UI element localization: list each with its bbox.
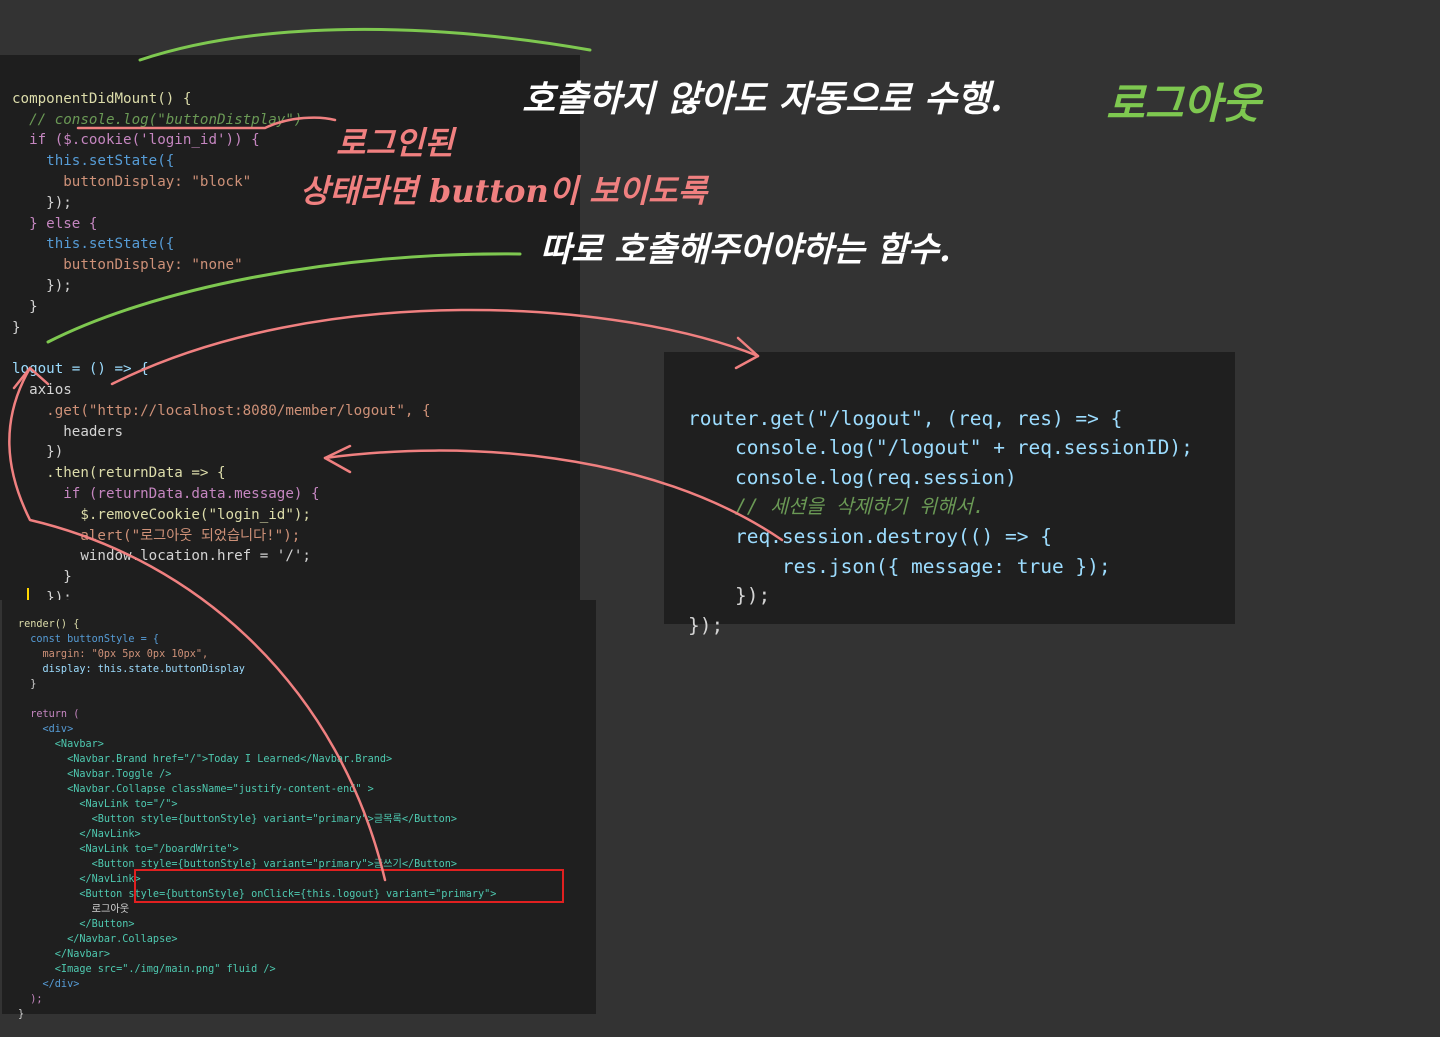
code-line: <div> bbox=[18, 724, 74, 735]
code-line: <Button style={buttonStyle} variant="pri… bbox=[18, 814, 458, 825]
code-line: .get("http://localhost:8080/member/logou… bbox=[12, 402, 431, 419]
code-line: } bbox=[12, 319, 21, 336]
code-line: router.get("/logout", (req, res) => { bbox=[688, 406, 1123, 430]
code-line: <Navbar.Brand href="/">Today I Learned</… bbox=[18, 754, 393, 765]
code-line: axios bbox=[12, 381, 72, 398]
code-line: if (returnData.data.message) { bbox=[12, 485, 320, 502]
code-line: <Navbar.Collapse className="justify-cont… bbox=[18, 784, 374, 795]
code-block-render-function: render() { const buttonStyle = { margin:… bbox=[18, 602, 496, 1037]
code-line: <Navbar> bbox=[18, 739, 104, 750]
code-line: console.log(req.session) bbox=[688, 465, 1017, 489]
annotation-separate-call: 따로 호출해주어야하는 함수. bbox=[540, 230, 951, 270]
code-line: </Navbar> bbox=[18, 949, 111, 960]
code-line: ); bbox=[18, 994, 43, 1005]
code-line: <Image src="./img/main.png" fluid /> bbox=[18, 964, 276, 975]
code-line: render() { bbox=[18, 619, 80, 630]
code-line: const buttonStyle = { bbox=[18, 634, 160, 645]
annotation-auto-exec: 호출하지 않아도 자동으로 수행. bbox=[522, 78, 1003, 120]
annotation-logout-title: 로그아웃 bbox=[1106, 79, 1261, 128]
code-line: } bbox=[12, 569, 72, 586]
code-line: display: this.state.buttonDisplay bbox=[18, 664, 245, 675]
code-line: req.session.destroy(() => { bbox=[688, 524, 1052, 548]
code-line: margin: "0px 5px 0px 10px", bbox=[18, 649, 209, 660]
text-cursor bbox=[27, 588, 29, 600]
code-line: }); bbox=[12, 277, 72, 294]
annotation-logged-in-line1: 로그인된 bbox=[336, 124, 454, 162]
code-line: buttonDisplay: "none" bbox=[12, 257, 243, 274]
code-line: }); bbox=[688, 584, 771, 608]
code-line: } bbox=[18, 679, 37, 690]
code-line: </div> bbox=[18, 979, 80, 990]
code-line: </Button> bbox=[18, 919, 135, 930]
code-line: }); bbox=[688, 613, 724, 637]
code-line: // 세션을 삭제하기 위해서. bbox=[688, 495, 985, 519]
annotation-logged-in-line2: 상태라면 button이 보이도록 bbox=[300, 172, 708, 210]
code-line: } bbox=[12, 298, 38, 315]
code-line: res.json({ message: true }); bbox=[688, 554, 1111, 578]
code-line: logout = () => { bbox=[12, 361, 149, 378]
code-line: componentDidMount() { bbox=[12, 90, 192, 107]
code-line: } else { bbox=[12, 215, 98, 232]
code-block-router-logout: router.get("/logout", (req, res) => { co… bbox=[688, 374, 1193, 670]
code-line: </Navbar.Collapse> bbox=[18, 934, 178, 945]
code-line: console.log("/logout" + req.sessionID); bbox=[688, 436, 1193, 460]
code-line: return ( bbox=[18, 709, 80, 720]
code-line: 로그아웃 bbox=[18, 904, 130, 915]
code-line: </NavLink> bbox=[18, 829, 141, 840]
code-line: alert("로그아웃 되었습니다!"); bbox=[12, 527, 301, 544]
code-line: headers bbox=[12, 423, 124, 440]
code-line: <Navbar.Toggle /> bbox=[18, 769, 172, 780]
code-line: window.location.href = '/'; bbox=[12, 548, 311, 565]
code-line: <NavLink to="/"> bbox=[18, 799, 178, 810]
code-line: } bbox=[18, 1009, 25, 1020]
code-line: $.removeCookie("login_id"); bbox=[12, 506, 311, 523]
code-line: .then(returnData => { bbox=[12, 465, 226, 482]
code-line: }) bbox=[12, 444, 64, 461]
logout-button-highlight-box bbox=[134, 869, 564, 903]
code-line: this.setState({ bbox=[12, 236, 175, 253]
code-line: <NavLink to="/boardWrite"> bbox=[18, 844, 239, 855]
